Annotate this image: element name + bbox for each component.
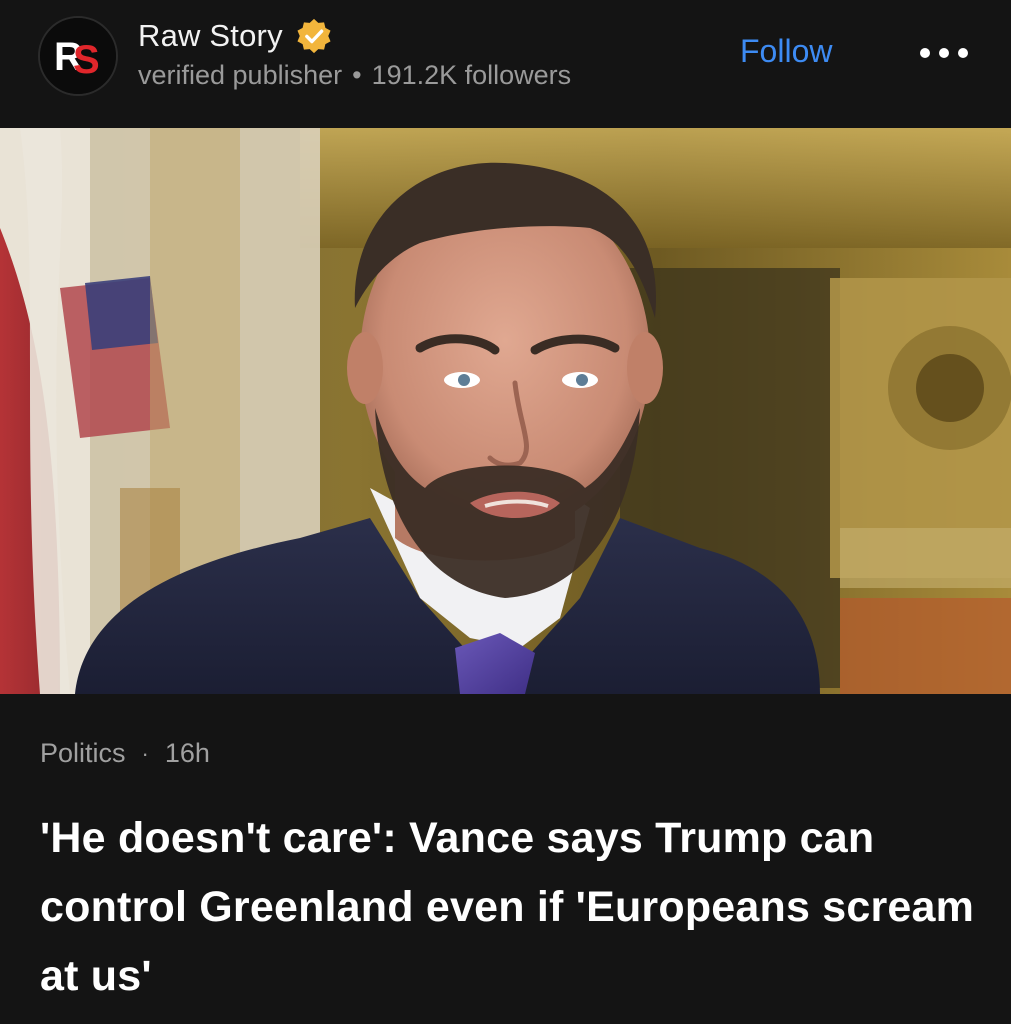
meta-separator: •	[352, 60, 362, 90]
verified-publisher-label: verified publisher	[138, 60, 343, 90]
follow-button[interactable]: Follow	[740, 33, 832, 70]
raw-story-logo-icon: R S	[40, 18, 116, 94]
article-headline[interactable]: 'He doesn't care': Vance says Trump can …	[40, 804, 980, 1011]
article-age: 16h	[164, 738, 210, 768]
article-meta: Politics · 16h	[40, 738, 210, 769]
article-hero-image[interactable]	[0, 128, 1011, 694]
publisher-name[interactable]: Raw Story	[138, 18, 283, 54]
more-options-button[interactable]	[916, 38, 972, 68]
svg-text:S: S	[73, 38, 100, 82]
article-card[interactable]: Politics · 16h 'He doesn't care': Vance …	[0, 694, 1011, 1024]
article-category[interactable]: Politics	[40, 738, 126, 769]
more-horizontal-icon	[920, 48, 968, 58]
publisher-name-row: Raw Story	[138, 16, 333, 56]
publisher-avatar[interactable]: R S	[38, 16, 118, 96]
post-header: R S Raw Story verified publisher • 191.2…	[0, 0, 1011, 128]
meta-separator: ·	[141, 740, 149, 766]
article-photo	[0, 128, 1011, 694]
publisher-meta: verified publisher • 191.2K followers	[138, 60, 571, 91]
followers-count: 191.2K followers	[371, 60, 572, 90]
verified-badge-icon	[297, 18, 331, 54]
